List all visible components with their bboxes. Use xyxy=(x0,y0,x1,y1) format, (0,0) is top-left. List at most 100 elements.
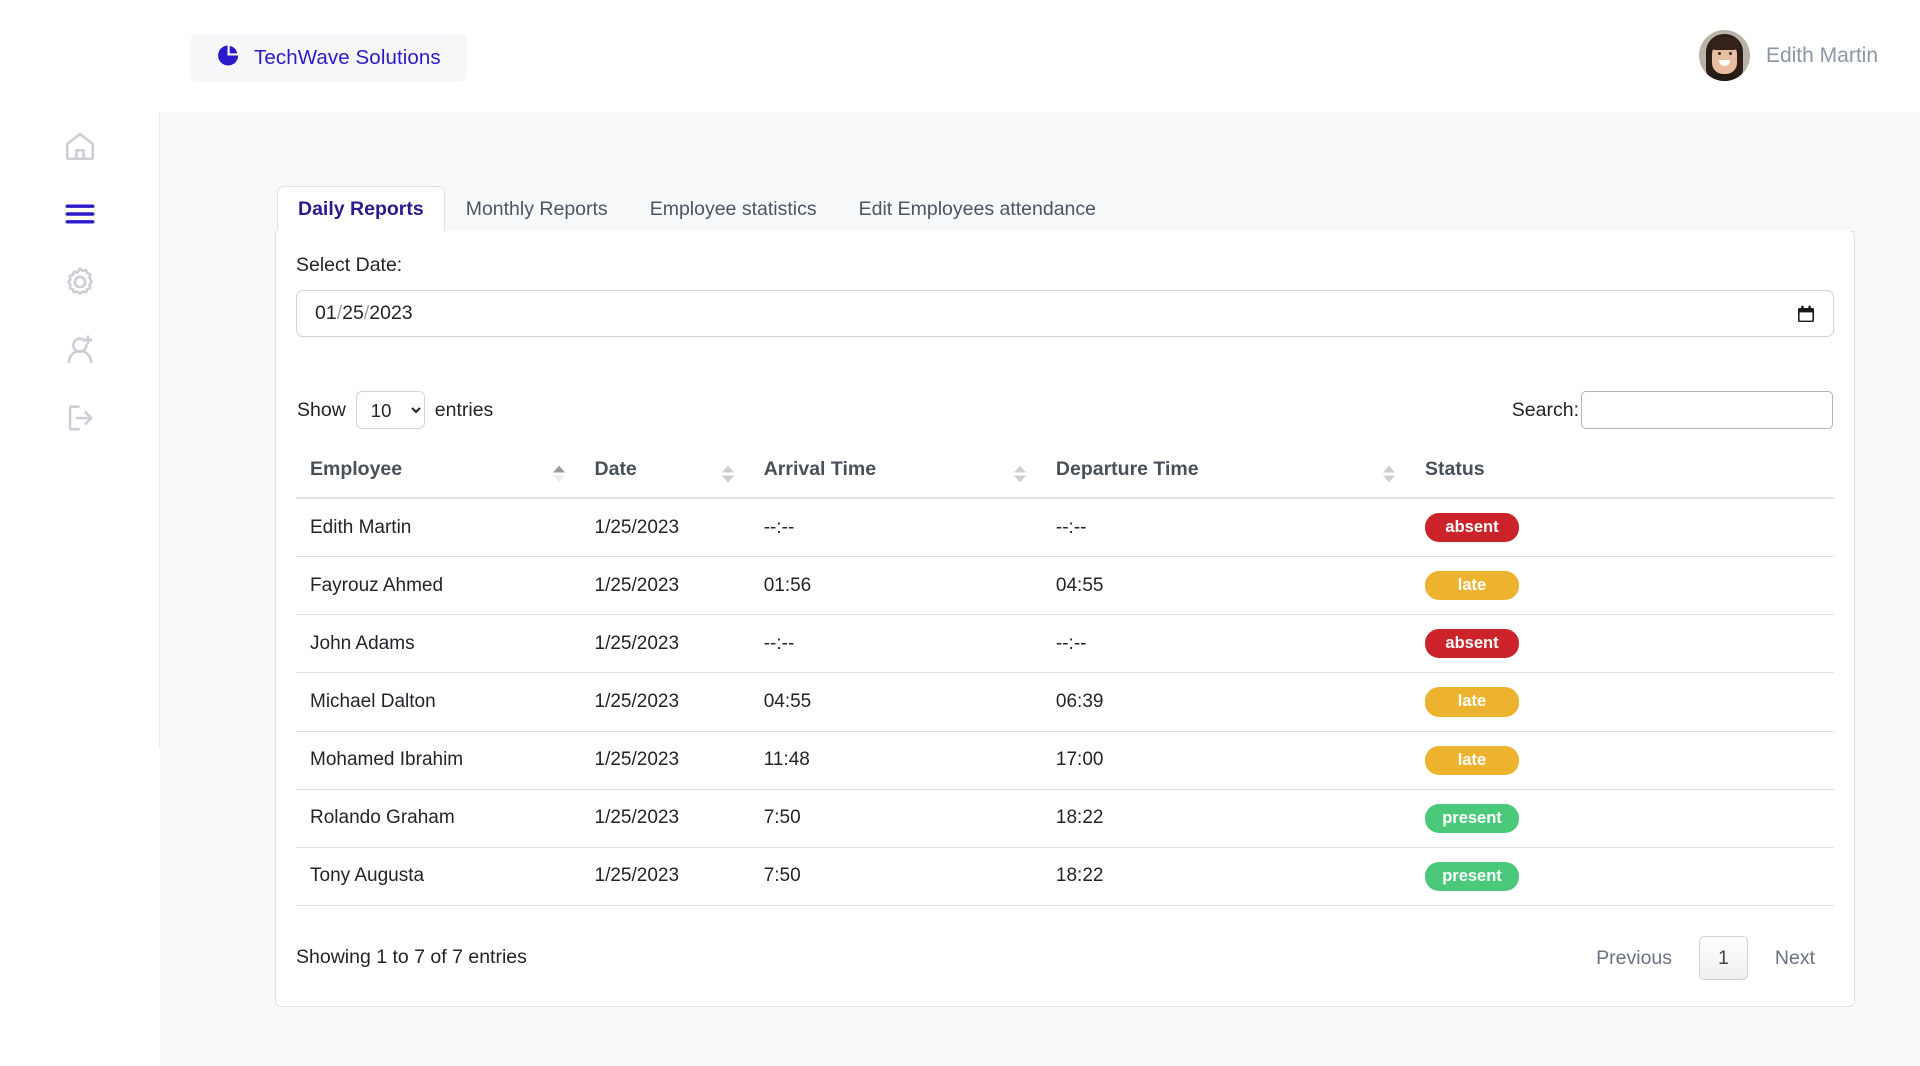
cell-departure: 04:55 xyxy=(1041,556,1412,616)
table-row[interactable]: John Adams 1/25/2023 --:-- --:-- absent xyxy=(296,614,1834,674)
table-row[interactable]: Michael Dalton 1/25/2023 04:55 06:39 lat… xyxy=(296,672,1834,732)
cell-arrival: --:-- xyxy=(749,498,1042,558)
cell-arrival: 7:50 xyxy=(749,847,1042,906)
gear-icon xyxy=(63,265,97,299)
date-input-value: 01/25/2023 xyxy=(315,302,413,324)
brand-logo[interactable]: TechWave Solutions xyxy=(190,34,467,82)
cell-arrival: 04:55 xyxy=(749,672,1042,732)
table-head: Employee Date Arrival Time Departure Tim… xyxy=(296,450,1834,499)
table-footer: Showing 1 to 7 of 7 entries Previous 1 N… xyxy=(296,934,1834,980)
cell-arrival: --:-- xyxy=(749,614,1042,674)
status-badge: present xyxy=(1425,803,1520,833)
table-body: Edith Martin 1/25/2023 --:-- --:-- absen… xyxy=(296,498,1834,906)
page-length-select[interactable]: 10 25 50 100 xyxy=(355,391,425,429)
top-bar: TechWave Solutions Edith Martin xyxy=(0,0,1920,112)
cell-date: 1/25/2023 xyxy=(580,614,750,674)
table-controls: Show 10 25 50 100 entries Search: xyxy=(296,391,1834,429)
cell-departure: 18:22 xyxy=(1041,789,1412,848)
sidebar-item-logout[interactable] xyxy=(48,384,112,452)
status-badge: late xyxy=(1425,571,1520,601)
status-badge: late xyxy=(1425,745,1520,775)
cell-date: 1/25/2023 xyxy=(580,498,750,558)
cell-employee: John Adams xyxy=(296,614,581,674)
status-badge: late xyxy=(1425,687,1520,717)
cell-employee: Fayrouz Ahmed xyxy=(296,556,581,616)
sort-arrows-icon xyxy=(552,465,565,482)
pagination-next-button[interactable]: Next xyxy=(1756,936,1834,980)
entries-info: Showing 1 to 7 of 7 entries xyxy=(296,946,527,969)
status-badge: absent xyxy=(1425,513,1520,543)
table-row[interactable]: Fayrouz Ahmed 1/25/2023 01:56 04:55 late xyxy=(296,556,1834,616)
calendar-icon[interactable] xyxy=(1793,301,1819,327)
tab-employee-statistics[interactable]: Employee statistics xyxy=(629,186,838,232)
cell-employee: Rolando Graham xyxy=(296,789,581,848)
date-input[interactable]: 01/25/2023 xyxy=(296,290,1834,337)
pie-chart-icon xyxy=(216,43,241,73)
cell-employee: Michael Dalton xyxy=(296,672,581,732)
status-badge: present xyxy=(1425,861,1520,891)
attendance-table: Employee Date Arrival Time Departure Tim… xyxy=(296,450,1834,906)
table-row[interactable]: Edith Martin 1/25/2023 --:-- --:-- absen… xyxy=(296,498,1834,558)
column-header-departure-time[interactable]: Departure Time xyxy=(1041,450,1412,499)
column-header-date[interactable]: Date xyxy=(580,450,750,499)
search-control: Search: xyxy=(1512,391,1833,429)
tab-monthly-reports[interactable]: Monthly Reports xyxy=(445,186,629,232)
cell-date: 1/25/2023 xyxy=(580,847,750,906)
status-badge: absent xyxy=(1425,629,1520,659)
tab-bar: Daily Reports Monthly Reports Employee s… xyxy=(275,186,1855,232)
tab-edit-employees-attendance[interactable]: Edit Employees attendance xyxy=(838,186,1117,232)
tab-daily-reports[interactable]: Daily Reports xyxy=(277,186,445,232)
sidebar-item-settings[interactable] xyxy=(48,248,112,316)
cell-departure: 06:39 xyxy=(1041,672,1412,732)
sidebar xyxy=(0,0,160,748)
cell-arrival: 7:50 xyxy=(749,789,1042,848)
cell-date: 1/25/2023 xyxy=(580,672,750,732)
sidebar-item-add-user[interactable] xyxy=(48,316,112,384)
cell-departure: 18:22 xyxy=(1041,847,1412,906)
column-header-status[interactable]: Status xyxy=(1411,450,1834,499)
user-menu[interactable]: Edith Martin xyxy=(1698,30,1878,81)
cell-employee: Mohamed Ibrahim xyxy=(296,731,581,790)
cell-date: 1/25/2023 xyxy=(580,556,750,616)
cell-status: present xyxy=(1411,789,1834,848)
cell-departure: 17:00 xyxy=(1041,731,1412,790)
daily-reports-panel: Select Date: 01/25/2023 Show 10 entries … xyxy=(275,231,1855,1007)
column-label: Employee xyxy=(310,458,403,480)
logout-icon xyxy=(63,401,97,435)
brand-name: TechWave Solutions xyxy=(254,46,441,69)
column-header-employee[interactable]: Employee xyxy=(296,450,581,499)
cell-status: absent xyxy=(1411,498,1834,558)
sort-arrows-icon xyxy=(1013,465,1026,482)
cell-arrival: 11:48 xyxy=(749,731,1042,790)
pagination: Previous 1 Next xyxy=(1577,935,1834,980)
column-header-arrival-time[interactable]: Arrival Time xyxy=(749,450,1042,499)
column-label: Departure Time xyxy=(1055,458,1199,480)
cell-arrival: 01:56 xyxy=(749,556,1042,616)
entries-label: entries xyxy=(434,398,494,421)
column-label: Status xyxy=(1425,458,1485,480)
tab-list: Daily Reports Monthly Reports Employee s… xyxy=(275,186,1855,232)
cell-status: late xyxy=(1411,731,1834,790)
cell-date: 1/25/2023 xyxy=(580,731,750,790)
page-length-control: Show 10 25 50 100 entries xyxy=(297,391,493,429)
cell-departure: --:-- xyxy=(1041,498,1412,558)
sidebar-item-menu[interactable] xyxy=(48,180,112,248)
avatar xyxy=(1698,30,1750,81)
pagination-previous-button[interactable]: Previous xyxy=(1577,936,1691,980)
cell-status: late xyxy=(1411,556,1834,616)
search-input[interactable] xyxy=(1581,391,1833,429)
column-label: Arrival Time xyxy=(763,458,877,480)
sort-arrows-icon xyxy=(1383,465,1396,482)
table-row[interactable]: Rolando Graham 1/25/2023 7:50 18:22 pres… xyxy=(296,789,1834,848)
cell-departure: --:-- xyxy=(1041,614,1412,674)
cell-employee: Edith Martin xyxy=(296,498,581,558)
select-date-label: Select Date: xyxy=(296,254,403,276)
cell-date: 1/25/2023 xyxy=(580,789,750,848)
table-row[interactable]: Mohamed Ibrahim 1/25/2023 11:48 17:00 la… xyxy=(296,731,1834,790)
pagination-page-1-button[interactable]: 1 xyxy=(1699,935,1748,980)
sort-arrows-icon xyxy=(721,465,734,482)
cell-status: present xyxy=(1411,847,1834,906)
table-row[interactable]: Tony Augusta 1/25/2023 7:50 18:22 presen… xyxy=(296,847,1834,906)
sidebar-item-home[interactable] xyxy=(48,112,112,180)
menu-icon xyxy=(63,197,97,231)
